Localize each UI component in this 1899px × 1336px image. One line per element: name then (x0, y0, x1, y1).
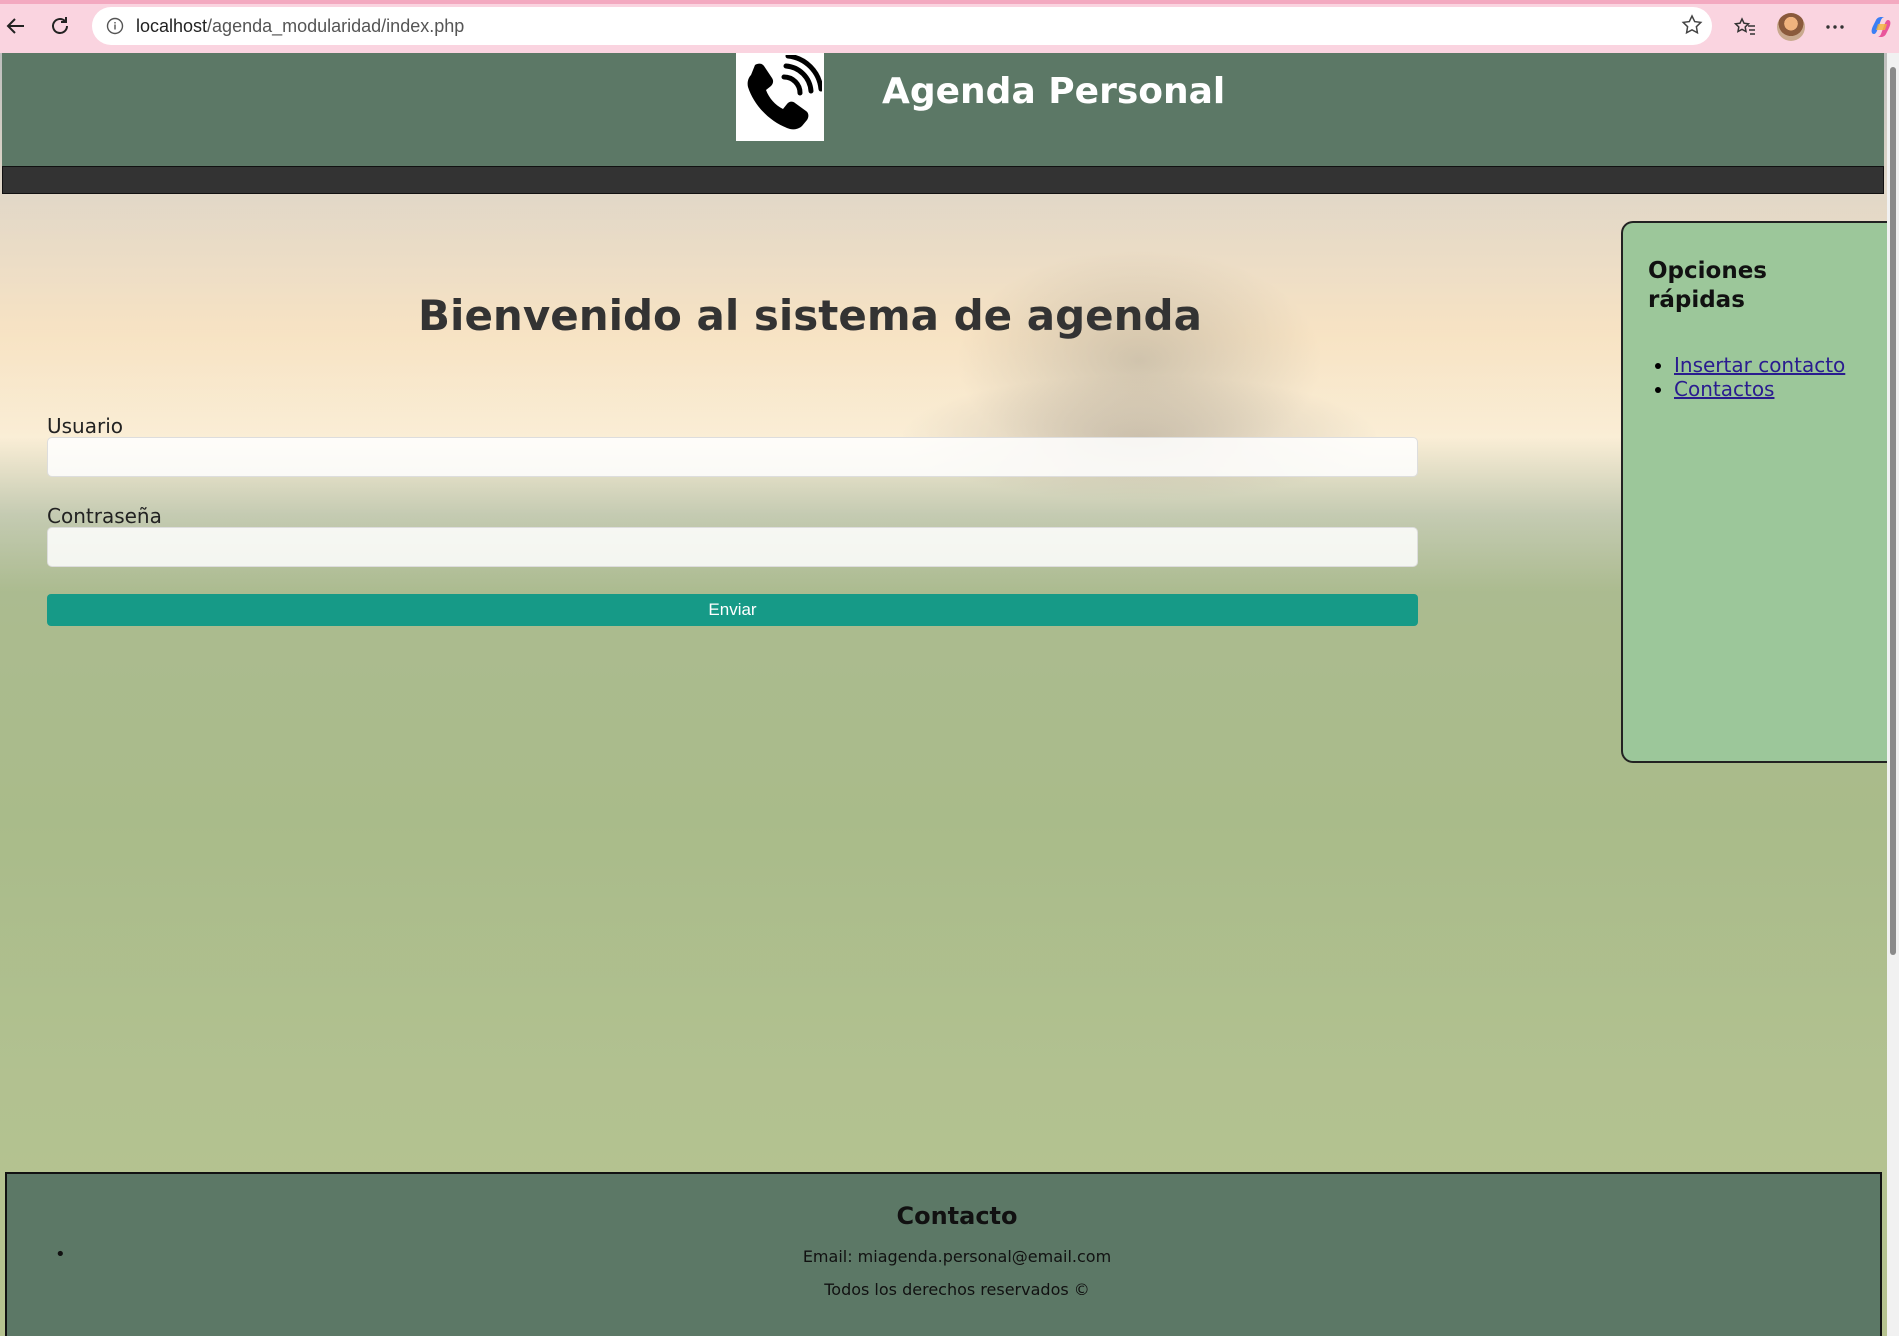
url-host: localhost (136, 15, 208, 36)
quick-options-sidebar: Opciones rápidas Insertar contacto Conta… (1621, 221, 1891, 763)
footer-email: Email: miagenda.personal@email.com (802, 1247, 1112, 1266)
username-label: Usuario (47, 414, 124, 438)
avatar-icon (1777, 13, 1805, 41)
footer-title: Contacto (896, 1202, 1018, 1230)
reload-icon (52, 17, 68, 34)
sidebar-item-insert-contact: Insertar contacto (1674, 353, 1854, 377)
insert-contact-link[interactable]: Insertar contacto (1674, 353, 1845, 377)
profile-avatar[interactable] (1774, 10, 1808, 44)
favorite-star-icon[interactable] (1680, 13, 1704, 41)
site-title: Agenda Personal (882, 71, 1226, 112)
reload-button[interactable] (44, 10, 76, 42)
page-scrollbar[interactable] (1887, 53, 1899, 1336)
password-input[interactable] (47, 527, 1418, 567)
scrollbar-thumb[interactable] (1890, 67, 1896, 955)
back-button[interactable] (0, 10, 32, 42)
footer-rights: Todos los derechos reservados © (824, 1280, 1090, 1299)
url-text: localhost/agenda_modularidad/index.php (136, 16, 464, 37)
phone-ringing-icon (747, 55, 822, 130)
page-viewport: Agenda Personal Bienvenido al sistema de… (0, 53, 1899, 1336)
address-bar[interactable]: localhost/agenda_modularidad/index.php (92, 7, 1712, 45)
site-info-icon[interactable] (106, 17, 124, 35)
sidebar-title: Opciones rápidas (1648, 258, 1767, 313)
tab-strip-edge (0, 0, 1899, 4)
url-path: /agenda_modularidad/index.php (207, 15, 465, 36)
more-options-icon[interactable] (1818, 10, 1852, 44)
submit-button[interactable]: Enviar (47, 594, 1418, 626)
username-input[interactable] (47, 437, 1418, 477)
browser-toolbar: localhost/agenda_modularidad/index.php (0, 0, 1899, 53)
contacts-link[interactable]: Contactos (1674, 377, 1774, 401)
welcome-heading: Bienvenido al sistema de agenda (418, 291, 1202, 340)
sidebar-links: Insertar contacto Contactos (1648, 353, 1854, 401)
back-arrow-icon (6, 18, 24, 34)
password-label: Contraseña (47, 504, 162, 528)
site-header: Agenda Personal (2, 53, 1884, 166)
copilot-icon[interactable] (1864, 10, 1898, 44)
nav-bar (2, 166, 1884, 194)
site-footer: Contacto • Email: miagenda.personal@emai… (5, 1172, 1882, 1336)
sidebar-item-contacts: Contactos (1674, 377, 1854, 401)
logo (736, 53, 824, 141)
favorites-icon[interactable] (1728, 10, 1762, 44)
